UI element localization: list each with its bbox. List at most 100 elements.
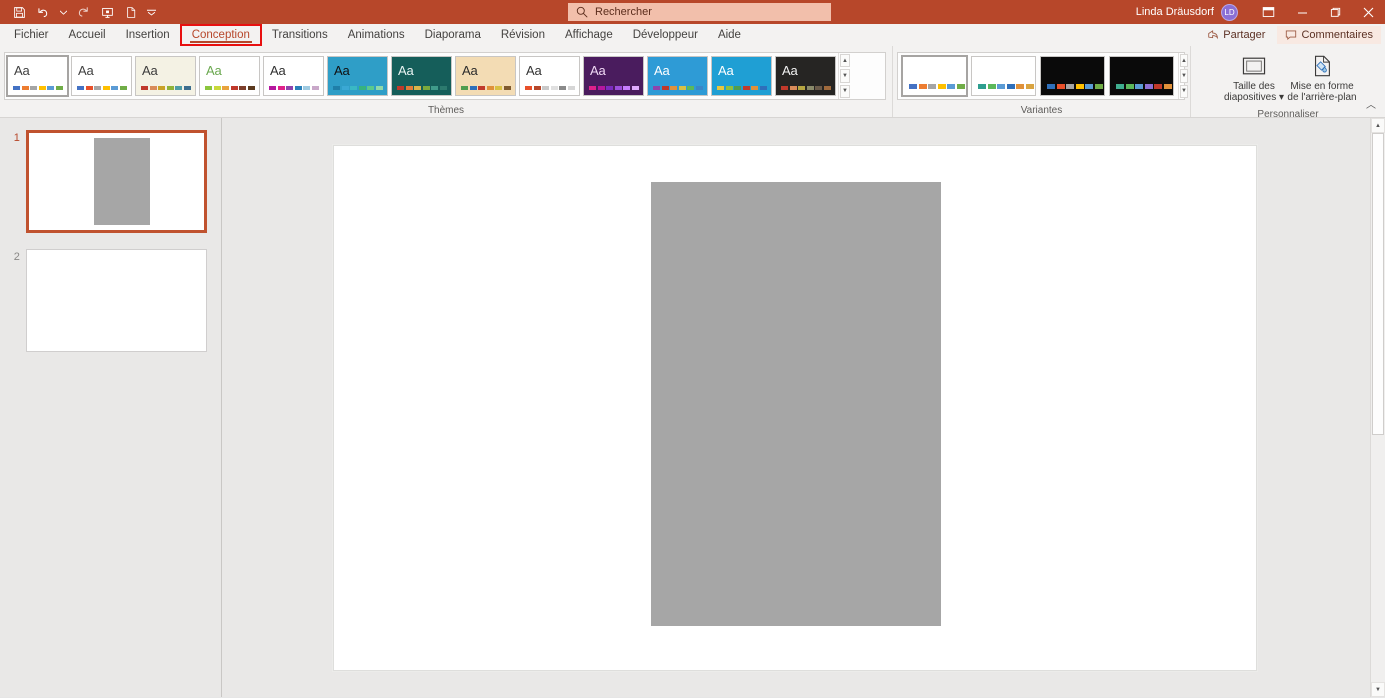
theme-aa-label: Aa (14, 63, 30, 78)
ribbon-group-themes: Aa Aa Aa Aa Aa Aa Aa Aa Aa Aa Aa Aa Aa ▲ ▼ ▼ Thèmes (0, 46, 892, 117)
variant-thumbnail-variant-dark-2[interactable] (1109, 56, 1174, 96)
share-icon (1208, 30, 1219, 40)
tabstrip-right-actions: Partager Commentaires (1199, 24, 1381, 46)
tab-fichier[interactable]: Fichier (4, 24, 59, 46)
theme-thumbnail-quotable[interactable]: Aa (583, 56, 644, 96)
slide-list-item-2[interactable]: 2 (0, 249, 221, 352)
themes-group-label: Thèmes (427, 105, 465, 116)
slide-canvas[interactable] (333, 144, 1257, 671)
slide-list-item-1[interactable]: 1 (0, 130, 221, 233)
theme-thumbnail-facet-dark[interactable]: Aa (391, 56, 452, 96)
tab-revision[interactable]: Révision (491, 24, 555, 46)
theme-thumbnail-damask[interactable]: Aa (263, 56, 324, 96)
themes-scroll-down-icon[interactable]: ▼ (840, 69, 850, 83)
theme-thumbnail-savon-dark[interactable]: Aa (775, 56, 836, 96)
theme-thumbnail-office-2[interactable]: Aa (71, 56, 132, 96)
theme-aa-label: Aa (78, 63, 94, 78)
variant-thumbnail-variant-light-1[interactable] (901, 55, 968, 97)
format-background-icon (1310, 51, 1334, 81)
theme-aa-label: Aa (526, 63, 542, 78)
theme-aa-label: Aa (142, 63, 158, 78)
tab-aide[interactable]: Aide (708, 24, 751, 46)
start-presentation-icon[interactable] (96, 2, 118, 22)
themes-gallery: Aa Aa Aa Aa Aa Aa Aa Aa Aa Aa Aa Aa Aa ▲ ▼ ▼ (4, 52, 886, 100)
themes-gallery-items: Aa Aa Aa Aa Aa Aa Aa Aa Aa Aa Aa Aa Aa (5, 53, 838, 99)
slide-size-line1: Taille des (1233, 81, 1275, 92)
scrollbar-thumb[interactable] (1372, 133, 1384, 435)
theme-color-swatches (77, 86, 127, 90)
variants-scroll-down-icon[interactable]: ▼ (1180, 69, 1188, 83)
theme-color-swatches (781, 86, 831, 90)
format-background-button[interactable]: Mise en forme de l'arrière-plan (1287, 46, 1357, 108)
new-slide-icon[interactable] (120, 2, 142, 22)
variant-color-swatches (1047, 84, 1103, 89)
theme-thumbnail-droplet[interactable]: Aa (327, 56, 388, 96)
vertical-scrollbar[interactable]: ▲ ▼ (1370, 118, 1385, 697)
slide-thumbnail-1[interactable] (25, 130, 207, 233)
theme-color-swatches (717, 86, 767, 90)
theme-thumbnail-ion-boardroom[interactable]: Aa (519, 56, 580, 96)
variant-thumbnail-variant-light-2[interactable] (971, 56, 1036, 96)
theme-color-swatches (653, 86, 703, 90)
theme-thumbnail-office[interactable]: Aa (6, 55, 69, 97)
theme-aa-label: Aa (398, 63, 414, 78)
variant-color-swatches (909, 84, 965, 89)
tab-insertion[interactable]: Insertion (116, 24, 180, 46)
variants-scroll-up-icon[interactable]: ▲ (1180, 54, 1188, 68)
save-icon[interactable] (8, 2, 30, 22)
search-input[interactable]: Rechercher (568, 3, 831, 21)
theme-thumbnail-wood-type[interactable]: Aa (455, 56, 516, 96)
slide-number-1: 1 (13, 132, 20, 144)
slide-thumbnail-panel[interactable]: 1 2 (0, 118, 222, 697)
variant-thumbnail-variant-dark-1[interactable] (1040, 56, 1105, 96)
comments-button[interactable]: Commentaires (1277, 26, 1381, 44)
slide-1-shape (93, 137, 150, 226)
work-area: 1 2 ▲ ▼ (0, 118, 1385, 697)
slide-shape-rectangle[interactable] (651, 181, 941, 626)
themes-gallery-scroll: ▲ ▼ ▼ (838, 53, 851, 99)
scroll-down-icon[interactable]: ▼ (1371, 682, 1385, 697)
tab-developpeur[interactable]: Développeur (623, 24, 708, 46)
tab-animations[interactable]: Animations (338, 24, 415, 46)
redo-icon[interactable] (72, 2, 94, 22)
variantes-group-label: Variantes (1020, 105, 1063, 116)
theme-aa-label: Aa (334, 63, 350, 78)
tab-transitions[interactable]: Transitions (262, 24, 338, 46)
slide-size-button[interactable]: Taille des diapositives ▾ (1223, 46, 1285, 108)
theme-color-swatches (141, 86, 191, 90)
tab-conception[interactable]: Conception (179, 24, 262, 46)
collapse-ribbon-icon[interactable]: ︿ (1363, 95, 1379, 112)
ribbon: Aa Aa Aa Aa Aa Aa Aa Aa Aa Aa Aa Aa Aa ▲ ▼ ▼ Thèmes … (0, 46, 1385, 120)
tab-accueil[interactable]: Accueil (59, 24, 116, 46)
tab-diaporama[interactable]: Diaporama (415, 24, 491, 46)
scrollbar-track[interactable] (1371, 133, 1385, 682)
close-button[interactable] (1352, 0, 1385, 24)
theme-color-swatches (461, 86, 511, 90)
theme-thumbnail-slice[interactable]: Aa (647, 56, 708, 96)
user-name[interactable]: Linda Dräusdorf (1136, 6, 1214, 18)
theme-color-swatches (397, 86, 447, 90)
scroll-up-icon[interactable]: ▲ (1371, 118, 1385, 133)
theme-thumbnail-berlin[interactable]: Aa (135, 56, 196, 96)
variant-color-swatches (1116, 84, 1172, 89)
undo-icon[interactable] (32, 2, 54, 22)
ribbon-display-options-icon[interactable] (1250, 0, 1286, 24)
avatar[interactable]: LD (1221, 3, 1238, 21)
tab-affichage[interactable]: Affichage (555, 24, 623, 46)
theme-thumbnail-celestial[interactable]: Aa (199, 56, 260, 96)
comment-icon (1286, 30, 1297, 41)
undo-dropdown-icon[interactable] (56, 2, 70, 22)
format-background-line1: Mise en forme (1290, 81, 1354, 92)
themes-scroll-up-icon[interactable]: ▲ (840, 54, 850, 68)
themes-more-icon[interactable]: ▼ (840, 84, 850, 98)
theme-thumbnail-badge[interactable]: Aa (711, 56, 772, 96)
minimize-button[interactable] (1286, 0, 1319, 24)
customize-qat-icon[interactable] (144, 2, 158, 22)
slide-thumbnail-2[interactable] (25, 249, 207, 352)
share-button[interactable]: Partager (1199, 26, 1273, 44)
theme-aa-label: Aa (654, 63, 670, 78)
variants-more-icon[interactable]: ▼ (1180, 84, 1188, 98)
theme-aa-label: Aa (206, 63, 222, 78)
theme-aa-label: Aa (270, 63, 286, 78)
maximize-button[interactable] (1319, 0, 1352, 24)
